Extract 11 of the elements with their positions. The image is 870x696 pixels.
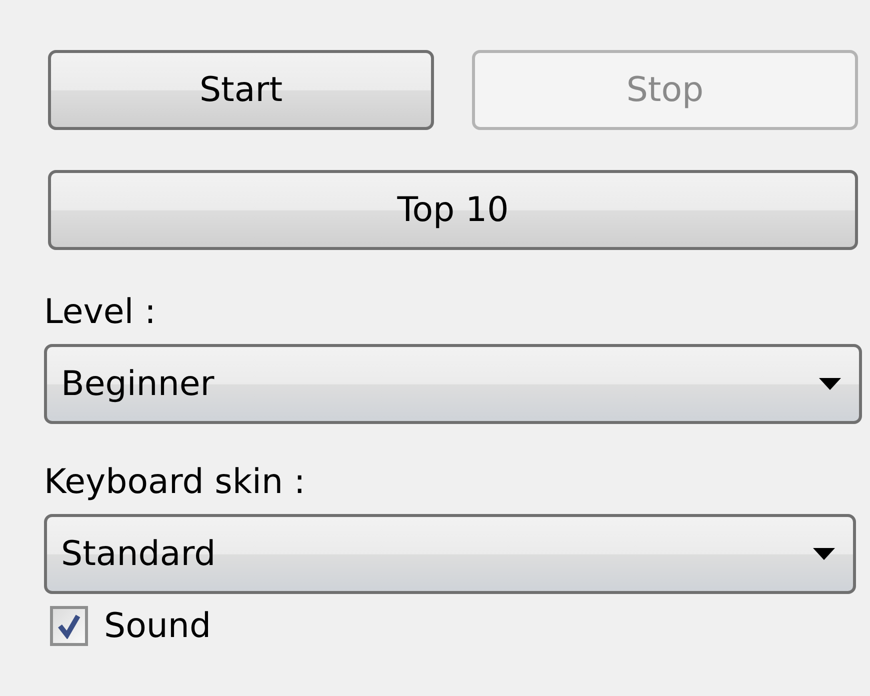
start-button[interactable]: Start	[48, 50, 434, 130]
level-label: Level :	[44, 292, 158, 332]
level-dropdown[interactable]: Beginner	[44, 344, 862, 424]
sound-label: Sound	[104, 606, 212, 646]
sound-checkbox[interactable]	[50, 606, 88, 646]
caret-icon	[819, 378, 841, 390]
keyboard-skin-dropdown[interactable]: Standard	[44, 514, 856, 594]
keyboard-skin-label: Keyboard skin :	[44, 462, 306, 502]
check-icon	[57, 613, 81, 639]
caret-icon	[813, 548, 835, 560]
top-ten-button[interactable]: Top 10	[48, 170, 858, 250]
